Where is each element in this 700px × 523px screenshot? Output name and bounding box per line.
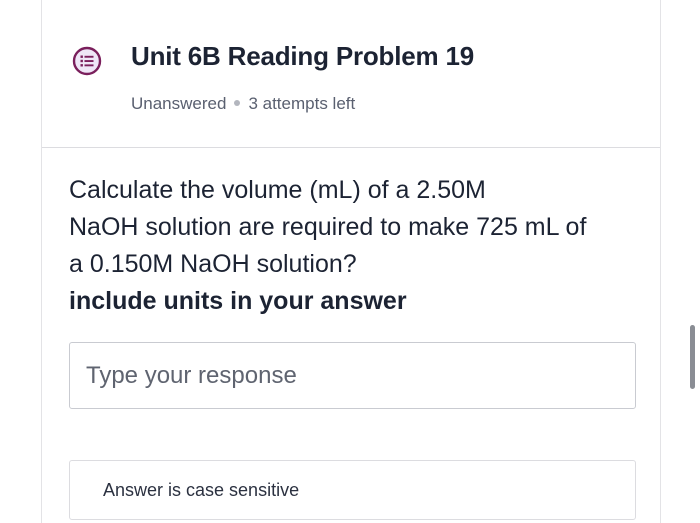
status-text: Unanswered <box>131 94 227 113</box>
response-input[interactable] <box>69 342 636 409</box>
question-line: NaOH solution are required to make 725 m… <box>69 213 587 241</box>
question-meta: Unanswered 3 attempts left <box>131 94 355 114</box>
question-prompt: Calculate the volume (mL) of a 2.50M NaO… <box>69 172 649 320</box>
question-line: a 0.150M NaOH solution? <box>69 250 357 278</box>
question-instruction: include units in your answer <box>69 287 407 315</box>
page: Unit 6B Reading Problem 19 Unanswered 3 a… <box>0 0 700 523</box>
question-list-icon <box>72 46 102 76</box>
separator-dot <box>234 100 241 107</box>
case-sensitive-note: Answer is case sensitive <box>69 460 636 520</box>
question-header: Unit 6B Reading Problem 19 Unanswered 3 a… <box>42 0 660 148</box>
question-title: Unit 6B Reading Problem 19 <box>131 41 474 71</box>
question-card: Unit 6B Reading Problem 19 Unanswered 3 a… <box>41 0 661 523</box>
scrollbar-thumb[interactable] <box>690 325 695 389</box>
question-line: Calculate the volume (mL) of a 2.50M <box>69 176 486 204</box>
note-text: Answer is case sensitive <box>103 479 300 500</box>
attempts-text: 3 attempts left <box>248 94 356 113</box>
